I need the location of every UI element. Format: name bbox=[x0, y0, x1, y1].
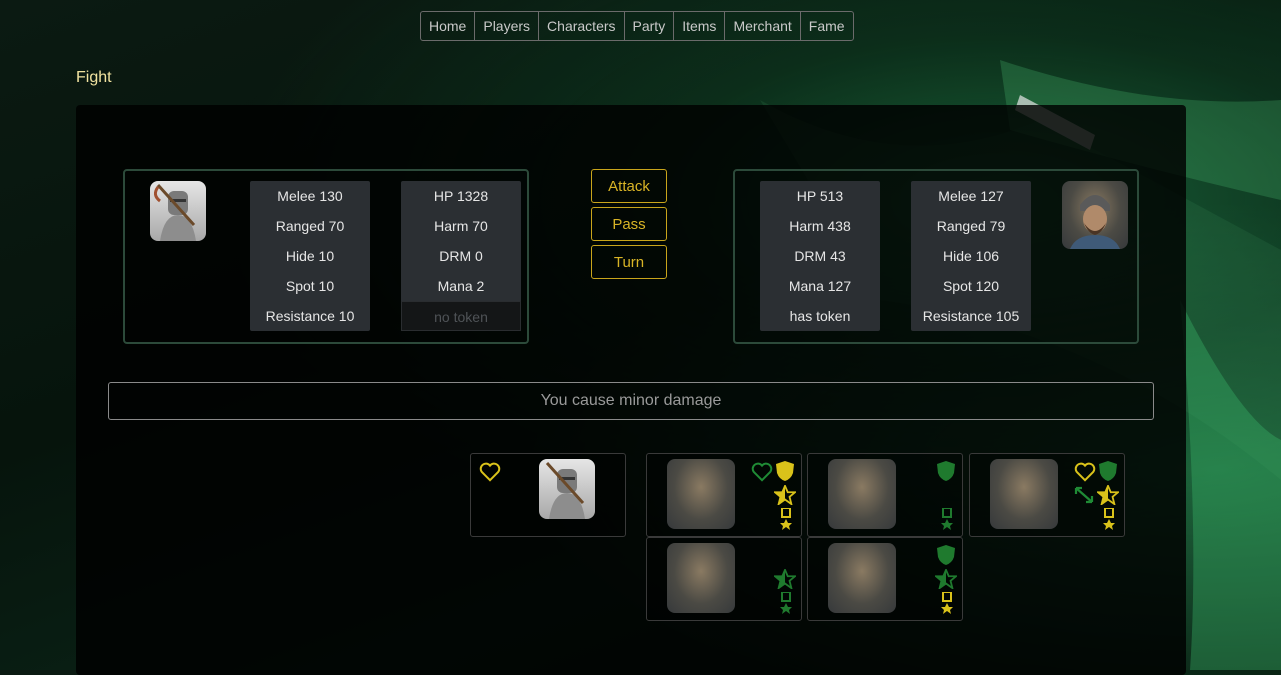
enemy-card-4[interactable] bbox=[646, 537, 802, 621]
turn-button[interactable]: Turn bbox=[591, 245, 667, 279]
enemy-combat-stats: Melee 127 Ranged 79 Hide 106 Spot 120 Re… bbox=[911, 181, 1031, 331]
stat-hide: Hide 10 bbox=[285, 248, 335, 264]
stat-ranged: Ranged 70 bbox=[275, 218, 345, 234]
nav-home[interactable]: Home bbox=[421, 12, 476, 40]
heart-outline-gold-icon bbox=[479, 462, 501, 482]
medal-gold-icon bbox=[1103, 508, 1115, 530]
attack-button[interactable]: Attack bbox=[591, 169, 667, 203]
shield-green-icon bbox=[1099, 461, 1117, 481]
nav-characters[interactable]: Characters bbox=[539, 12, 625, 40]
heart-outline-green-icon bbox=[751, 462, 773, 482]
shield-green-icon bbox=[937, 545, 955, 565]
stat-spot: Spot 10 bbox=[285, 278, 335, 294]
warrior-icon bbox=[1070, 195, 1120, 249]
enemy-card-5[interactable] bbox=[807, 537, 963, 621]
arrows-green-icon bbox=[1074, 486, 1094, 504]
enemy-stat-spot: Spot 120 bbox=[942, 278, 1000, 294]
shield-green-icon bbox=[937, 461, 955, 481]
pass-button[interactable]: Pass bbox=[591, 207, 667, 241]
enemy-stat-harm: Harm 438 bbox=[789, 218, 851, 234]
enemy-vital-stats: HP 513 Harm 438 DRM 43 Mana 127 has toke… bbox=[760, 181, 880, 331]
star-half-gold-icon bbox=[1097, 485, 1119, 505]
enemy-card-2[interactable] bbox=[807, 453, 963, 537]
enemy-stat-drm: DRM 43 bbox=[794, 248, 846, 264]
enemy-portrait[interactable] bbox=[1062, 181, 1128, 249]
heart-outline-gold-icon bbox=[1074, 462, 1096, 482]
nav-items[interactable]: Items bbox=[674, 12, 726, 40]
enemy-token-status: has token bbox=[789, 308, 851, 324]
player-combat-stats: Melee 130 Ranged 70 Hide 10 Spot 10 Resi… bbox=[250, 181, 370, 331]
party-member-card[interactable] bbox=[470, 453, 626, 537]
enemy-stat-resistance: Resistance 105 bbox=[922, 308, 1020, 324]
star-green-icon bbox=[935, 569, 957, 589]
enemy-card-portrait bbox=[990, 459, 1058, 529]
medal-green-icon bbox=[941, 508, 953, 530]
enemy-stat-melee: Melee 127 bbox=[938, 188, 1004, 204]
knight-icon bbox=[545, 461, 585, 519]
enemy-card-portrait bbox=[828, 459, 896, 529]
enemy-stat-hide: Hide 106 bbox=[942, 248, 1000, 264]
nav-players[interactable]: Players bbox=[475, 12, 540, 40]
enemy-card-portrait bbox=[828, 543, 896, 613]
enemy-stat-hp: HP 513 bbox=[796, 188, 844, 204]
stat-drm: DRM 0 bbox=[439, 248, 483, 264]
top-nav: Home Players Characters Party Items Merc… bbox=[420, 11, 854, 41]
player-portrait[interactable] bbox=[150, 181, 206, 241]
medal-gold-icon bbox=[941, 592, 953, 614]
enemy-card-portrait bbox=[667, 459, 735, 529]
stat-resistance: Resistance 10 bbox=[265, 308, 355, 324]
stat-mana: Mana 2 bbox=[437, 278, 485, 294]
shield-gold-icon bbox=[776, 461, 794, 481]
medal-gold-icon bbox=[780, 508, 792, 530]
stat-melee: Melee 130 bbox=[277, 188, 343, 204]
medal-green-icon bbox=[780, 592, 792, 614]
action-buttons: Attack Pass Turn bbox=[591, 169, 671, 283]
party-member-portrait bbox=[539, 459, 595, 519]
stat-harm: Harm 70 bbox=[434, 218, 488, 234]
star-half-gold-icon bbox=[774, 485, 796, 505]
nav-merchant[interactable]: Merchant bbox=[725, 12, 801, 40]
enemy-stat-mana: Mana 127 bbox=[788, 278, 852, 294]
player-vital-stats: HP 1328 Harm 70 DRM 0 Mana 2 no token bbox=[401, 181, 521, 331]
enemy-card-portrait bbox=[667, 543, 735, 613]
page-title: Fight bbox=[76, 69, 112, 86]
enemy-stat-ranged: Ranged 79 bbox=[936, 218, 1006, 234]
token-status: no token bbox=[401, 301, 521, 331]
knight-icon bbox=[153, 183, 196, 241]
combat-message: You cause minor damage bbox=[108, 382, 1154, 420]
stat-hp: HP 1328 bbox=[433, 188, 489, 204]
enemy-card-1[interactable] bbox=[646, 453, 802, 537]
star-green-icon bbox=[774, 569, 796, 589]
nav-party[interactable]: Party bbox=[625, 12, 675, 40]
enemy-card-3[interactable] bbox=[969, 453, 1125, 537]
nav-fame[interactable]: Fame bbox=[801, 12, 853, 40]
